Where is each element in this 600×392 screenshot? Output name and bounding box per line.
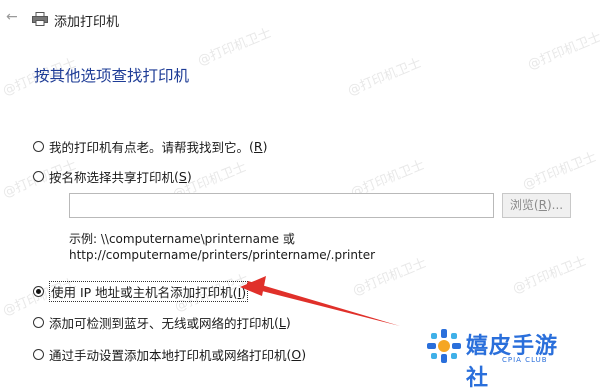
site-logo: 嬉皮手游社 CPIA CLUB xyxy=(426,326,576,391)
red-arrow-annotation xyxy=(240,276,400,326)
logo-subtext: CPIA CLUB xyxy=(502,356,548,364)
logo-mark-icon xyxy=(427,329,461,363)
